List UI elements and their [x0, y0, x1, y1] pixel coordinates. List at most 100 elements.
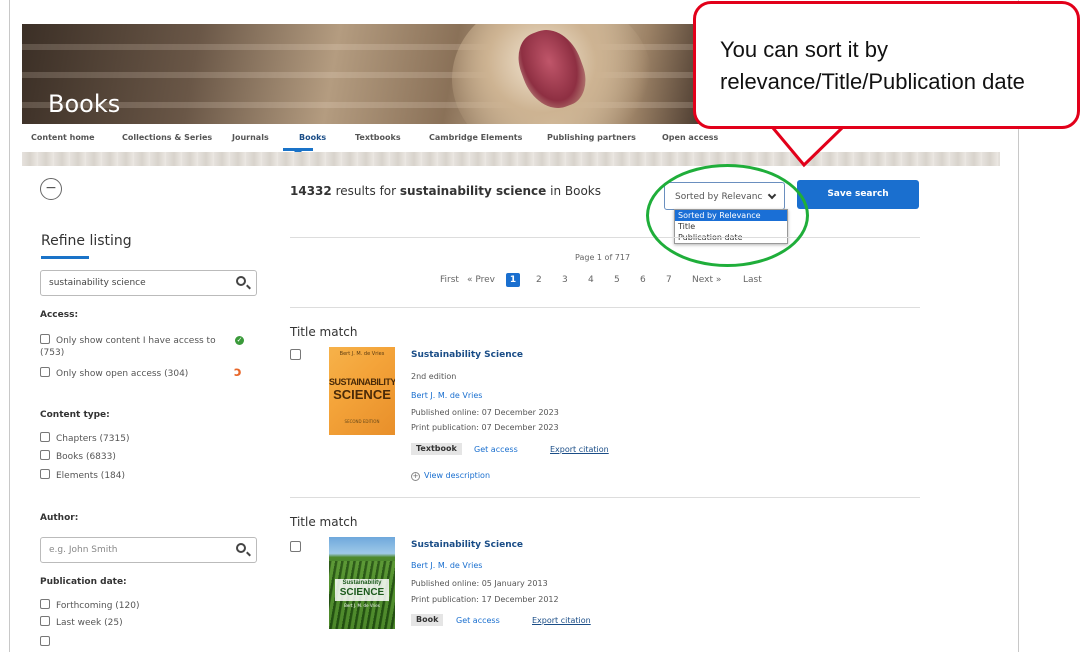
result-author-link[interactable]: Bert J. M. de Vries [411, 391, 482, 400]
cover-author-text: Bert J. M. de Vries [344, 603, 380, 608]
get-access-link[interactable]: Get access [456, 616, 500, 625]
pagination-first[interactable]: First [440, 273, 459, 287]
checkbox[interactable] [40, 450, 50, 460]
content-type-chapters[interactable]: Chapters (7315) [40, 432, 129, 444]
divider [290, 307, 920, 308]
highlight-circle-annotation [646, 164, 809, 267]
publication-date-cut-off[interactable] [40, 636, 56, 646]
pagination-page-5[interactable]: 5 [614, 273, 620, 287]
checkbox[interactable] [40, 367, 50, 377]
refine-heading-underline [41, 256, 89, 259]
result-print-publication: Print publication: 07 December 2023 [411, 423, 559, 432]
pagination-page-1[interactable]: 1 [506, 273, 520, 287]
main-nav: Content home Collections & Series Journa… [22, 126, 1000, 152]
access-option-open-access[interactable]: Only show open access (304) [40, 367, 188, 379]
content-type-label: Elements (184) [56, 471, 126, 481]
window-frame-left [9, 0, 10, 652]
content-type-label: Books (6833) [56, 452, 116, 462]
result-title-link[interactable]: Sustainability Science [411, 540, 523, 550]
access-option-label: Only show content I have access to [56, 336, 216, 346]
decorative-stripe [22, 152, 1000, 166]
result-published-online: Published online: 07 December 2023 [411, 408, 559, 417]
export-citation-link[interactable]: Export citation [532, 616, 591, 625]
cover-title-line2: SCIENCE [339, 587, 385, 598]
cover-title-line2: SCIENCE [333, 387, 391, 402]
pagination-last[interactable]: Last [743, 273, 762, 287]
access-option-label: Only show open access (304) [56, 369, 189, 379]
pagination-prev[interactable]: « Prev [467, 273, 495, 287]
book-cover-image[interactable]: Bert J. M. de Vries SUSTAINABILITY SCIEN… [329, 347, 395, 435]
publication-date-label: Forthcoming (120) [56, 601, 140, 611]
nav-content-home[interactable]: Content home [31, 133, 95, 142]
checkbox[interactable] [40, 432, 50, 442]
result-match-label: Title match [290, 515, 358, 529]
cover-title-line1: Sustainability [342, 580, 382, 586]
publication-date-last-week[interactable]: Last week (25) [40, 616, 123, 628]
nav-open-access[interactable]: Open access [662, 133, 718, 142]
result-match-label: Title match [290, 325, 358, 339]
results-suffix: in Books [546, 184, 601, 198]
content-type-heading: Content type: [40, 410, 110, 420]
result-author-link[interactable]: Bert J. M. de Vries [411, 561, 482, 570]
content-type-books[interactable]: Books (6833) [40, 450, 116, 462]
book-cover-image[interactable]: Sustainability SCIENCE Bert J. M. de Vri… [329, 537, 395, 629]
page-indicator: Page 1 of 717 [575, 253, 631, 262]
result-published-online: Published online: 05 January 2013 [411, 579, 548, 588]
pagination-page-4[interactable]: 4 [588, 273, 594, 287]
nav-publishing-partners[interactable]: Publishing partners [547, 133, 636, 142]
checkbox[interactable] [40, 334, 50, 344]
nav-books[interactable]: Books [299, 133, 326, 142]
pagination-next[interactable]: Next » [692, 273, 721, 287]
pagination-page-6[interactable]: 6 [640, 273, 646, 287]
author-search-input[interactable]: e.g. John Smith [40, 537, 257, 563]
refine-search-value: sustainability science [49, 278, 146, 288]
callout-text: You can sort it by relevance/Title/Publi… [720, 37, 1025, 94]
pagination-page-7[interactable]: 7 [666, 273, 672, 287]
result-type-badge: Book [411, 614, 444, 626]
open-access-icon: ͻ [234, 365, 242, 380]
publication-date-heading: Publication date: [40, 577, 127, 587]
result-type-badge: Textbook [411, 443, 462, 455]
nav-collections-series[interactable]: Collections & Series [122, 133, 212, 142]
nav-journals[interactable]: Journals [232, 133, 269, 142]
check-circle-icon: ✓ [235, 336, 244, 345]
content-type-elements[interactable]: Elements (184) [40, 469, 125, 481]
search-icon[interactable] [236, 276, 246, 286]
view-description-toggle[interactable]: + View description [411, 471, 490, 481]
get-access-link[interactable]: Get access [474, 445, 518, 454]
pagination-page-2[interactable]: 2 [536, 273, 542, 287]
refine-listing-heading: Refine listing [41, 233, 132, 249]
save-search-button[interactable]: Save search [797, 180, 919, 209]
result-checkbox[interactable] [290, 541, 301, 552]
nav-cambridge-elements[interactable]: Cambridge Elements [429, 133, 522, 142]
results-mid-text: results for [331, 184, 400, 198]
result-title-link[interactable]: Sustainability Science [411, 350, 523, 360]
checkbox[interactable] [40, 616, 50, 626]
nav-textbooks[interactable]: Textbooks [355, 133, 401, 142]
results-query: sustainability science [399, 184, 547, 198]
checkbox[interactable] [40, 469, 50, 479]
cover-edition-text: SECOND EDITION [344, 419, 380, 424]
cover-author-text: Bert J. M. de Vries [339, 351, 385, 357]
result-edition: 2nd edition [411, 372, 457, 381]
access-option-my-access[interactable]: Only show content I have access to [40, 334, 216, 346]
pagination-page-3[interactable]: 3 [562, 273, 568, 287]
author-heading: Author: [40, 513, 79, 523]
results-count: 14332 [290, 184, 332, 198]
divider [290, 237, 920, 238]
access-heading: Access: [40, 310, 79, 320]
publication-date-forthcoming[interactable]: Forthcoming (120) [40, 599, 140, 611]
cover-title-line1: SUSTAINABILITY [329, 377, 395, 387]
checkbox[interactable] [40, 636, 50, 646]
checkbox[interactable] [40, 599, 50, 609]
author-placeholder: e.g. John Smith [49, 545, 118, 555]
callout-annotation: You can sort it by relevance/Title/Publi… [693, 1, 1080, 129]
plus-circle-icon: + [411, 472, 420, 481]
collapse-sidebar-button[interactable]: − [40, 178, 62, 200]
result-checkbox[interactable] [290, 349, 301, 360]
access-option-count: (753) [40, 348, 65, 358]
search-icon[interactable] [236, 543, 246, 553]
refine-search-input[interactable]: sustainability science [40, 270, 257, 296]
export-citation-link[interactable]: Export citation [550, 445, 609, 454]
publication-date-label: Last week (25) [56, 618, 123, 628]
